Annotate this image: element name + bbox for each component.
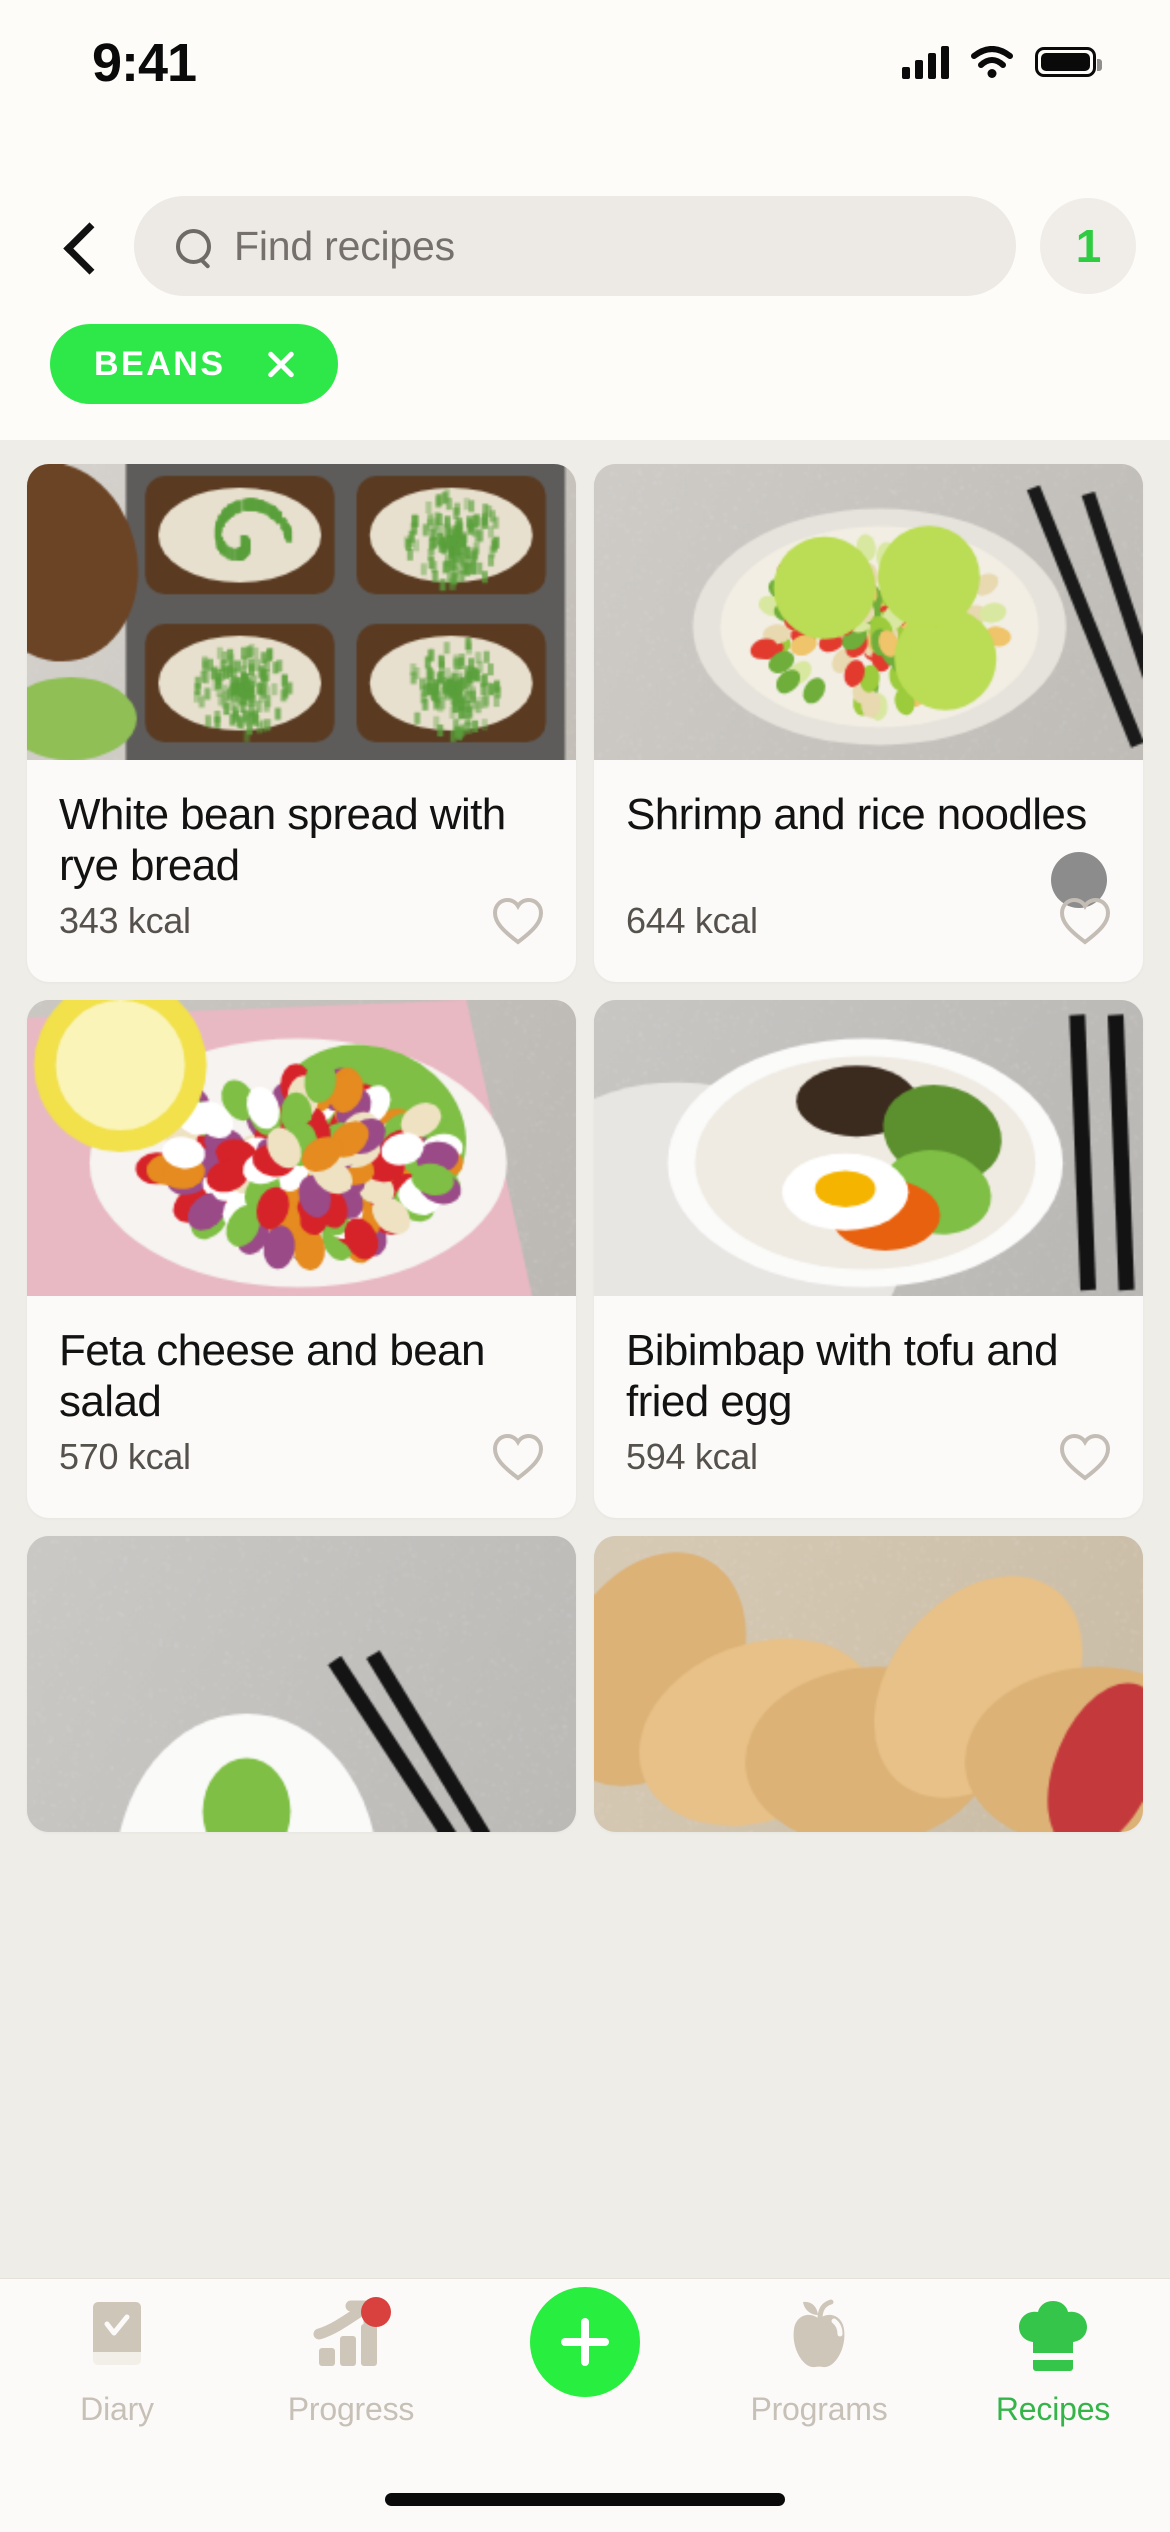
- diary-book-icon: [85, 2293, 149, 2379]
- tab-recipes[interactable]: Recipes: [936, 2293, 1170, 2428]
- recipe-image[interactable]: [594, 1000, 1143, 1296]
- close-icon[interactable]: [264, 347, 298, 381]
- tab-diary[interactable]: Diary: [0, 2293, 234, 2428]
- app-screen: 9:41 Find recipes 1 BEANS White bean spr…: [0, 0, 1170, 2532]
- recipe-title: Bibimbap with tofu and fried egg: [626, 1326, 1059, 1426]
- recipe-card[interactable]: Bibimbap with tofu and fried egg 594 kcal: [594, 1000, 1143, 1518]
- heart-outline-icon[interactable]: [492, 897, 544, 945]
- cellular-signal-icon: [902, 45, 949, 79]
- status-bar-clock: 9:41: [92, 33, 197, 93]
- recipe-card-footer: 594 kcal: [594, 1414, 1143, 1518]
- recipe-calories: 594 kcal: [626, 1436, 758, 1477]
- tab-progress[interactable]: Progress: [234, 2293, 468, 2428]
- search-placeholder: Find recipes: [234, 222, 455, 269]
- tab-add[interactable]: [468, 2287, 702, 2397]
- recipe-list-scroll[interactable]: White bean spread with rye bread 343 kcal…: [0, 440, 1170, 2380]
- recipe-card-body: Bibimbap with tofu and fried egg 594 kcal: [594, 1296, 1143, 1518]
- status-bar-icons: [902, 39, 1102, 79]
- search-icon: [174, 227, 212, 265]
- heart-outline-icon[interactable]: [1059, 1433, 1111, 1481]
- recipe-card-body: Shrimp and rice noodles 644 kcal: [594, 760, 1143, 982]
- back-button[interactable]: [40, 208, 116, 284]
- recipe-calories: 570 kcal: [59, 1436, 191, 1477]
- recipe-image[interactable]: [594, 1536, 1143, 1832]
- search-header: Find recipes 1 BEANS: [0, 118, 1170, 440]
- battery-full-icon: [1035, 47, 1102, 77]
- recipe-card-body: White bean spread with rye bread 343 kcal: [27, 760, 576, 982]
- recipe-calories: 343 kcal: [59, 900, 191, 941]
- tab-programs[interactable]: Programs: [702, 2293, 936, 2428]
- tab-list: Diary Progress Programs Recipes: [0, 2279, 1170, 2455]
- tab-label: Recipes: [995, 2391, 1111, 2427]
- chef-hat-icon: [1017, 2293, 1089, 2379]
- heart-outline-icon[interactable]: [1059, 897, 1111, 945]
- recipe-title: Shrimp and rice noodles: [626, 790, 1087, 839]
- apple-icon: [784, 2293, 854, 2379]
- filter-chip-label: BEANS: [94, 344, 226, 383]
- recipe-image[interactable]: [594, 464, 1143, 760]
- bottom-tab-bar: Diary Progress Programs Recipes: [0, 2278, 1170, 2532]
- recipe-card-footer: 343 kcal: [27, 878, 576, 982]
- filter-count-badge[interactable]: 1: [1040, 198, 1136, 294]
- recipe-card[interactable]: [27, 1536, 576, 1832]
- filter-count-value: 1: [1075, 220, 1102, 272]
- heart-outline-icon[interactable]: [492, 1433, 544, 1481]
- wifi-icon: [971, 46, 1013, 78]
- tab-label: Programs: [750, 2391, 888, 2427]
- tab-label: Progress: [287, 2391, 415, 2427]
- recipe-title: Feta cheese and bean salad: [59, 1326, 486, 1426]
- recipe-grid: White bean spread with rye bread 343 kcal…: [0, 440, 1170, 1832]
- progress-chart-icon: [313, 2293, 391, 2379]
- search-input[interactable]: Find recipes: [134, 196, 1016, 296]
- recipe-card[interactable]: Feta cheese and bean salad 570 kcal: [27, 1000, 576, 1518]
- recipe-image[interactable]: [27, 1000, 576, 1296]
- home-indicator-bar: [385, 2493, 785, 2506]
- recipe-card[interactable]: [594, 1536, 1143, 1832]
- add-plus-icon[interactable]: [530, 2287, 640, 2397]
- recipe-calories: 644 kcal: [626, 900, 758, 941]
- recipe-card-footer: 570 kcal: [27, 1414, 576, 1518]
- recipe-card-footer: 644 kcal: [594, 878, 1143, 982]
- tab-label: Diary: [80, 2391, 154, 2427]
- active-filter-chips: BEANS: [50, 324, 338, 404]
- notification-badge: [361, 2297, 391, 2327]
- recipe-image[interactable]: [27, 1536, 576, 1832]
- recipe-card-body: Feta cheese and bean salad 570 kcal: [27, 1296, 576, 1518]
- chevron-left-icon: [65, 224, 91, 268]
- recipe-card[interactable]: White bean spread with rye bread 343 kcal: [27, 464, 576, 982]
- search-row: Find recipes 1: [0, 194, 1170, 298]
- recipe-title: White bean spread with rye bread: [59, 790, 506, 890]
- recipe-card[interactable]: Shrimp and rice noodles 644 kcal: [594, 464, 1143, 982]
- filter-chip-beans[interactable]: BEANS: [50, 324, 338, 404]
- status-bar: 9:41: [0, 0, 1170, 118]
- recipe-image[interactable]: [27, 464, 576, 760]
